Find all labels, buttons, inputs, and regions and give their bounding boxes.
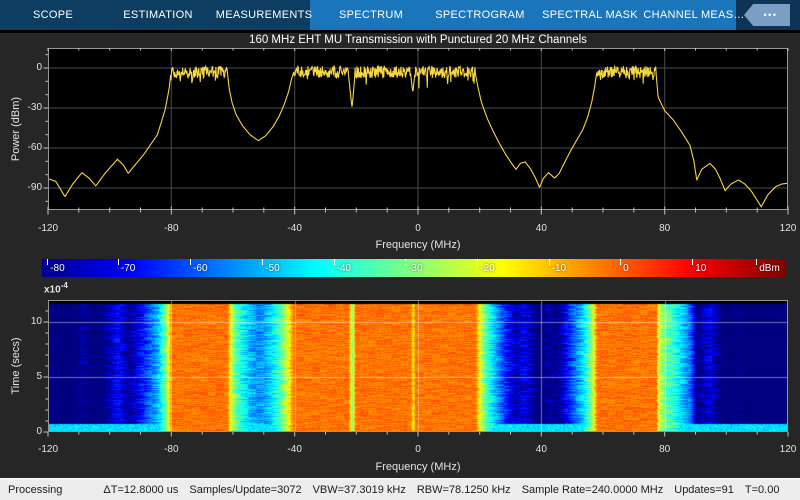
spectrogram-x-tick-label: -80 (164, 444, 178, 456)
colorbar-label: -50 (262, 263, 279, 275)
colorbar-label: -10 (549, 263, 566, 275)
colorbar-label: 10 (692, 263, 706, 275)
scope-figure: 160 MHz EHT MU Transmission with Punctur… (0, 33, 800, 478)
toolbar-overflow-button[interactable]: ••• (744, 4, 790, 26)
spectrum-x-tick-label: 40 (536, 223, 547, 235)
status-item-vbw: VBW=37.3019 kHz (313, 484, 406, 496)
time-axis-exponent-label: x10-4 (44, 281, 68, 295)
colorbar-unit: dBm (756, 263, 780, 275)
spectrum-y-tick-label: -60 (12, 142, 42, 154)
spectrogram-y-tick-label: 5 (12, 371, 42, 383)
spectrum-y-tick-label: 0 (12, 62, 42, 74)
status-item-sample-rate: Sample Rate=240.0000 MHz (522, 484, 664, 496)
colorbar-label: -40 (334, 263, 351, 275)
spectrum-x-tick-label: -40 (287, 223, 301, 235)
tab-estimation[interactable]: ESTIMATION (123, 0, 192, 30)
colorbar-label: -30 (405, 263, 422, 275)
status-item-samples: Samples/Update=3072 (189, 484, 301, 496)
status-state: Processing (8, 484, 62, 496)
spectrum-y-tick-label: -90 (12, 182, 42, 194)
spectrum-x-tick-label: 0 (415, 223, 421, 235)
spectrum-x-tick-label: -120 (38, 223, 58, 235)
status-bar: Processing ΔT=12.8000 us Samples/Update=… (0, 478, 800, 500)
frequency-axis-label-spectrum: Frequency (MHz) (48, 239, 788, 251)
colorbar-label: 0 (620, 263, 629, 275)
tab-spectrum[interactable]: SPECTRUM (339, 0, 403, 30)
colorbar-label: -60 (190, 263, 207, 275)
tab-channel-meas[interactable]: CHANNEL MEAS… (643, 0, 744, 30)
spectrogram-x-tick-label: -40 (287, 444, 301, 456)
ellipsis-icon: ••• (764, 11, 778, 20)
toolbar: SCOPE ESTIMATION MEASUREMENTS SPECTRUM S… (0, 0, 800, 30)
spectrum-x-tick-label: 80 (659, 223, 670, 235)
spectrum-y-tick-label: -30 (12, 102, 42, 114)
spectrogram-y-tick-label: 0 (12, 426, 42, 438)
frequency-axis-label-spectrogram: Frequency (MHz) (48, 461, 788, 473)
spectrum-analyzer-window: SCOPE ESTIMATION MEASUREMENTS SPECTRUM S… (0, 0, 800, 500)
spectrum-x-tick-label: 120 (780, 223, 797, 235)
spectrogram-x-tick-label: -120 (38, 444, 58, 456)
tab-scope[interactable]: SCOPE (33, 0, 73, 30)
time-axis-label: Time (secs) (10, 337, 22, 394)
colorbar-label: -80 (47, 263, 64, 275)
spectrogram-x-tick-label: 0 (415, 444, 421, 456)
status-item-updates: Updates=91 (674, 484, 734, 496)
spectrogram-x-tick-label: 120 (780, 444, 797, 456)
colorbar-label: -20 (477, 263, 494, 275)
status-item-time: T=0.00 (745, 484, 780, 496)
tab-spectral-mask[interactable]: SPECTRAL MASK (542, 0, 638, 30)
spectrogram-x-tick-label: 80 (659, 444, 670, 456)
spectrogram-axes (48, 300, 788, 432)
spectrogram-y-tick-label: 10 (12, 316, 42, 328)
spectrum-plot (48, 48, 788, 210)
colorbar-label: -70 (118, 263, 135, 275)
tab-measurements[interactable]: MEASUREMENTS (216, 0, 313, 30)
status-item-delta-t: ΔT=12.8000 us (103, 484, 178, 496)
spectrum-title: 160 MHz EHT MU Transmission with Punctur… (48, 34, 788, 46)
tab-spectrogram[interactable]: SPECTROGRAM (435, 0, 524, 30)
spectrogram-x-tick-label: 40 (536, 444, 547, 456)
status-item-rbw: RBW=78.1250 kHz (417, 484, 511, 496)
spectrum-x-tick-label: -80 (164, 223, 178, 235)
colorbar: -80 -70 -60 -50 -40 -30 -20 -10 0 10 dBm (42, 259, 786, 277)
